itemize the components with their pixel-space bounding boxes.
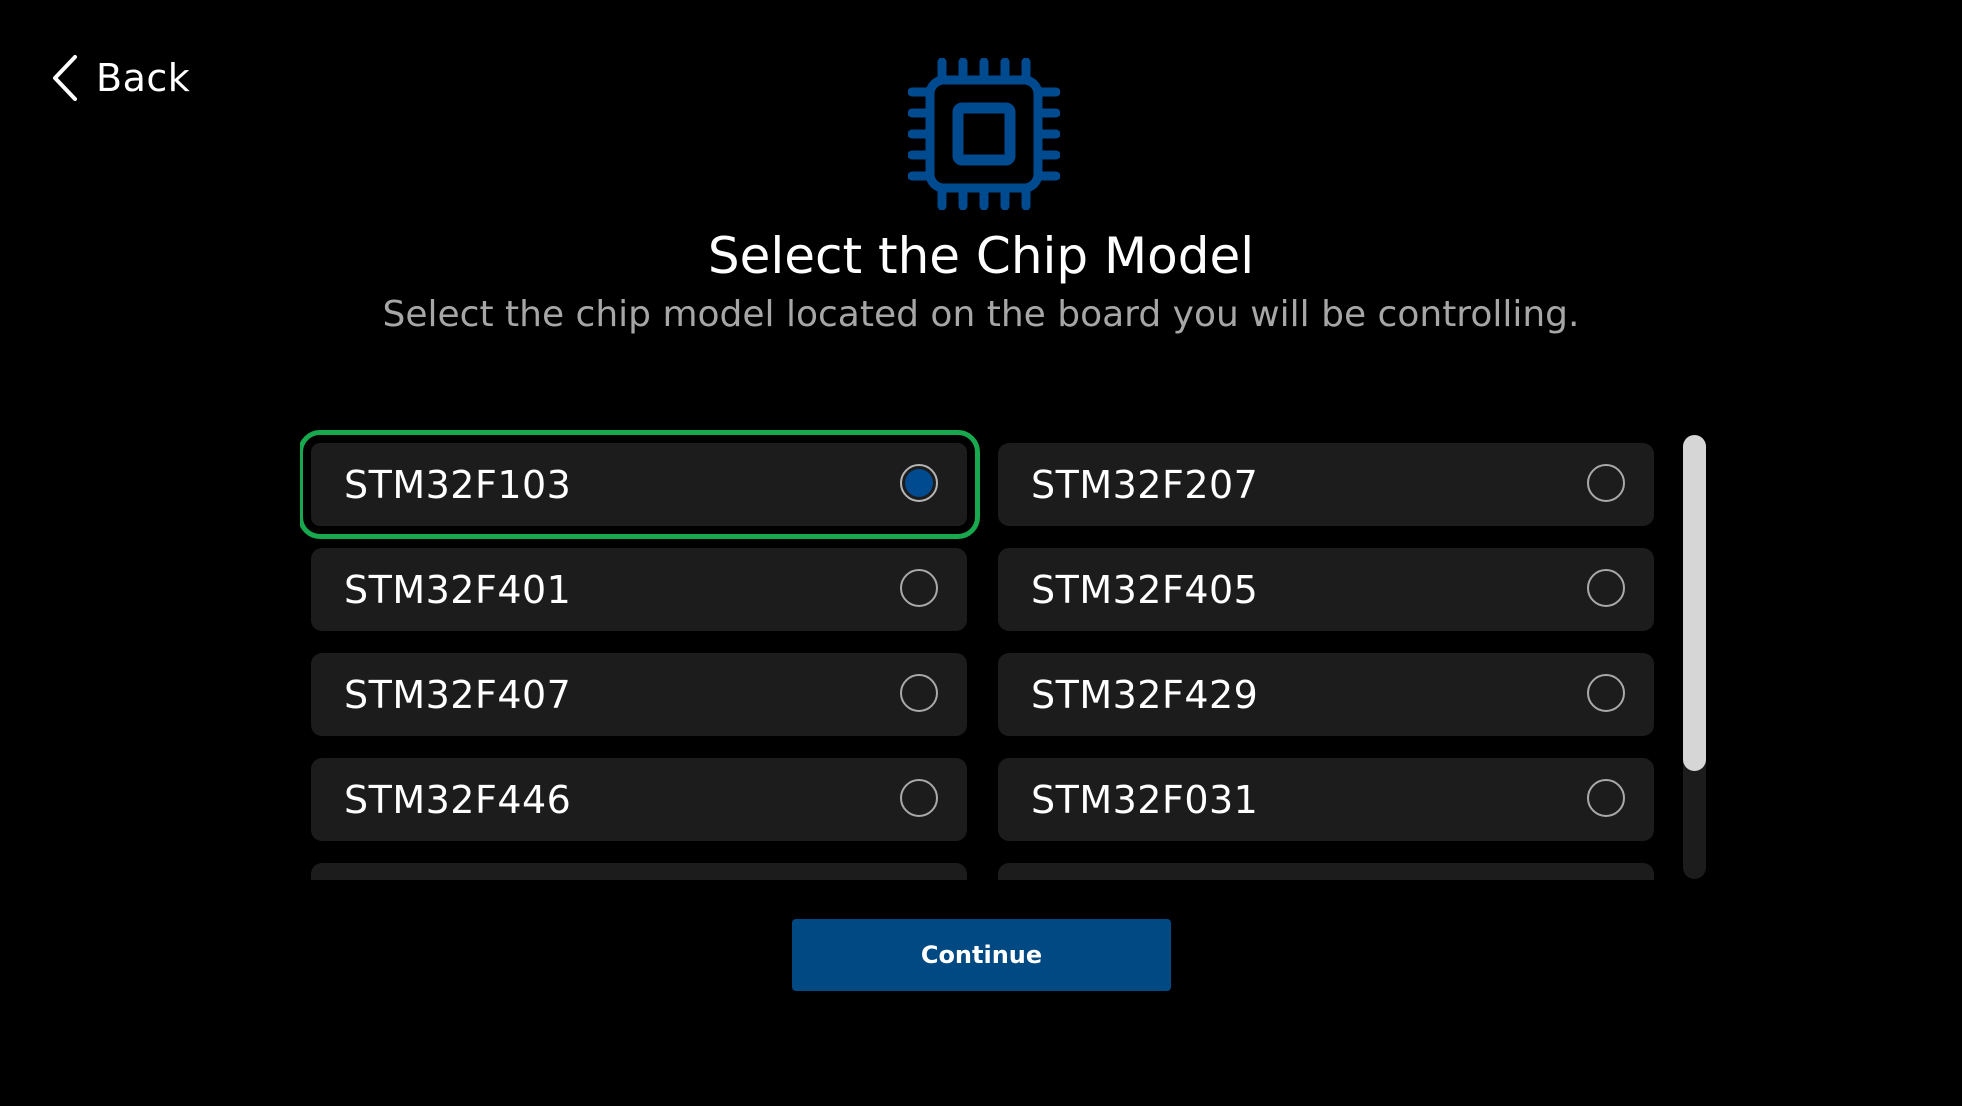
chip-option-stm32f031[interactable]: STM32F031 [998, 758, 1654, 841]
chip-option-label: STM32F446 [344, 777, 572, 822]
page-subtitle: Select the chip model located on the boa… [382, 294, 1580, 335]
scrollbar[interactable] [1683, 435, 1706, 879]
radio-button[interactable] [900, 674, 938, 712]
chip-option-stm32f401[interactable]: STM32F401 [311, 548, 967, 631]
chip-option-stm32f103[interactable]: STM32F103 [300, 430, 980, 539]
chip-option-stm32f446[interactable]: STM32F446 [311, 758, 967, 841]
chip-option-label: STM32F407 [344, 672, 572, 717]
chip-option-stm32f429[interactable]: STM32F429 [998, 653, 1654, 736]
chip-option-partial[interactable] [311, 863, 967, 880]
page-title: Select the Chip Model [707, 227, 1255, 285]
chip-option-label: STM32F207 [1031, 462, 1259, 507]
chip-option-partial[interactable] [998, 863, 1654, 880]
chip-option-stm32f207[interactable]: STM32F207 [998, 443, 1654, 526]
chip-option-list[interactable]: STM32F103 STM32F207 STM32F401 STM32F405 … [300, 428, 1668, 880]
chip-option-label: STM32F031 [1031, 777, 1259, 822]
chip-option-stm32f405[interactable]: STM32F405 [998, 548, 1654, 631]
chevron-left-icon [52, 54, 78, 102]
radio-button[interactable] [1587, 569, 1625, 607]
chip-option-label: STM32F405 [1031, 567, 1259, 612]
chip-option-stm32f407[interactable]: STM32F407 [311, 653, 967, 736]
radio-button[interactable] [1587, 779, 1625, 817]
radio-button-selected[interactable] [900, 464, 938, 502]
radio-button[interactable] [1587, 464, 1625, 502]
chip-option-label: STM32F401 [344, 567, 572, 612]
chip-option-label: STM32F429 [1031, 672, 1259, 717]
radio-button[interactable] [900, 779, 938, 817]
scrollbar-thumb[interactable] [1683, 435, 1706, 771]
chip-option-label: STM32F103 [344, 462, 572, 507]
back-button[interactable]: Back [52, 50, 190, 106]
chip-icon [907, 57, 1061, 211]
radio-button[interactable] [900, 569, 938, 607]
radio-button[interactable] [1587, 674, 1625, 712]
back-label: Back [96, 56, 191, 100]
continue-button[interactable]: Continue [792, 919, 1171, 991]
